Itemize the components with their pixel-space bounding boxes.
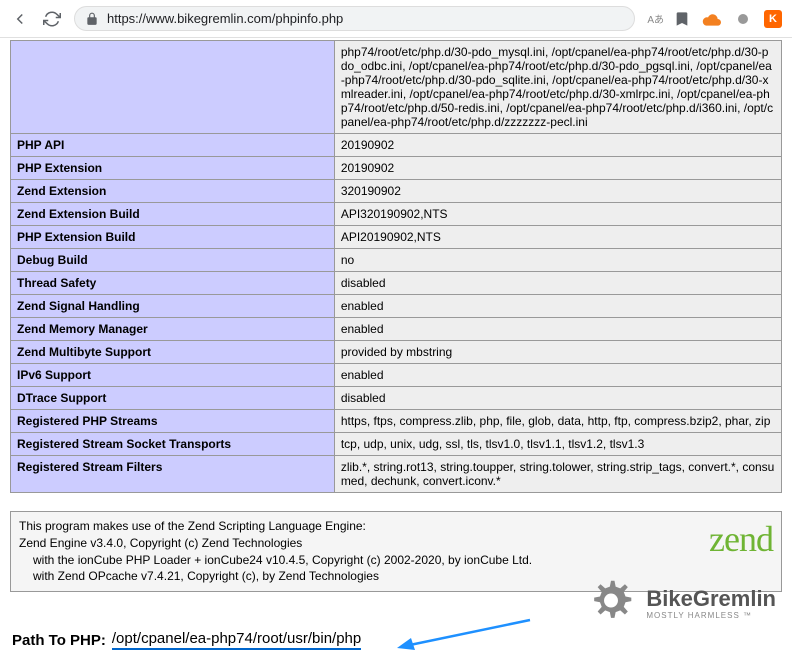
path-label: Path To PHP: [12, 632, 106, 649]
row-value: php74/root/etc/php.d/30-pdo_mysql.ini, /… [334, 41, 781, 134]
toolbar-right: Aあ K [647, 8, 782, 30]
table-row: Debug Buildno [11, 249, 782, 272]
table-row: Registered Stream Filterszlib.*, string.… [11, 456, 782, 493]
row-label: Registered Stream Socket Transports [11, 433, 335, 456]
row-label: Zend Extension Build [11, 203, 335, 226]
row-value: enabled [334, 318, 781, 341]
table-row: Thread Safetydisabled [11, 272, 782, 295]
brand-sub: MOSTLY HARMLESS ™ [646, 612, 776, 620]
zend-line: Zend Engine v3.4.0, Copyright (c) Zend T… [19, 535, 532, 552]
row-label: Zend Extension [11, 180, 335, 203]
bookmark-icon[interactable] [674, 11, 690, 27]
phpinfo-table: php74/root/etc/php.d/30-pdo_mysql.ini, /… [10, 40, 782, 493]
table-row: PHP Extension BuildAPI20190902,NTS [11, 226, 782, 249]
row-value: 20190902 [334, 157, 781, 180]
row-label: Registered PHP Streams [11, 410, 335, 433]
url-text: https://www.bikegremlin.com/phpinfo.php [107, 11, 624, 26]
table-row: Zend Extension BuildAPI320190902,NTS [11, 203, 782, 226]
address-bar[interactable]: https://www.bikegremlin.com/phpinfo.php [74, 6, 635, 31]
zend-line: with the ionCube PHP Loader + ionCube24 … [19, 552, 532, 569]
row-value: zlib.*, string.rot13, string.toupper, st… [334, 456, 781, 493]
row-label: PHP API [11, 134, 335, 157]
page-content: php74/root/etc/php.d/30-pdo_mysql.ini, /… [0, 40, 792, 650]
row-value: 320190902 [334, 180, 781, 203]
path-section: Path To PHP: /opt/cpanel/ea-php74/root/u… [10, 630, 782, 650]
row-label: PHP Extension [11, 157, 335, 180]
row-label: IPv6 Support [11, 364, 335, 387]
lock-icon [85, 12, 99, 26]
back-button[interactable] [10, 9, 30, 29]
row-value: https, ftps, compress.zlib, php, file, g… [334, 410, 781, 433]
bikegremlin-logo: BikeGremlin MOSTLY HARMLESS ™ [582, 575, 776, 633]
row-value: enabled [334, 364, 781, 387]
row-label: Debug Build [11, 249, 335, 272]
row-label: Zend Multibyte Support [11, 341, 335, 364]
row-value: no [334, 249, 781, 272]
table-row: IPv6 Supportenabled [11, 364, 782, 387]
brand-text: BikeGremlin MOSTLY HARMLESS ™ [646, 588, 776, 620]
table-row: PHP Extension20190902 [11, 157, 782, 180]
table-row: Zend Memory Managerenabled [11, 318, 782, 341]
row-label: DTrace Support [11, 387, 335, 410]
table-row: Zend Extension320190902 [11, 180, 782, 203]
reload-button[interactable] [42, 9, 62, 29]
brand-main: BikeGremlin [646, 588, 776, 610]
table-row: Zend Signal Handlingenabled [11, 295, 782, 318]
row-label: Thread Safety [11, 272, 335, 295]
row-value: API20190902,NTS [334, 226, 781, 249]
zend-line: with Zend OPcache v7.4.21, Copyright (c)… [19, 568, 532, 585]
row-label: Registered Stream Filters [11, 456, 335, 493]
extension-cloudflare-icon[interactable] [700, 8, 722, 30]
table-row: php74/root/etc/php.d/30-pdo_mysql.ini, /… [11, 41, 782, 134]
row-value: disabled [334, 387, 781, 410]
row-value: enabled [334, 295, 781, 318]
path-value: /opt/cpanel/ea-php74/root/usr/bin/php [112, 630, 361, 650]
translate-icon[interactable]: Aあ [647, 11, 664, 26]
zend-text: This program makes use of the Zend Scrip… [19, 518, 532, 585]
extension-k-icon[interactable]: K [764, 10, 782, 28]
row-value: disabled [334, 272, 781, 295]
table-row: PHP API20190902 [11, 134, 782, 157]
row-label: PHP Extension Build [11, 226, 335, 249]
table-row: Zend Multibyte Supportprovided by mbstri… [11, 341, 782, 364]
row-value: tcp, udp, unix, udg, ssl, tls, tlsv1.0, … [334, 433, 781, 456]
extension-grey-icon[interactable] [732, 8, 754, 30]
table-row: Registered Stream Socket Transportstcp, … [11, 433, 782, 456]
row-value: provided by mbstring [334, 341, 781, 364]
table-row: Registered PHP Streamshttps, ftps, compr… [11, 410, 782, 433]
table-row: DTrace Supportdisabled [11, 387, 782, 410]
row-label: Zend Memory Manager [11, 318, 335, 341]
arrow-annotation-icon [395, 612, 535, 652]
row-label: Zend Signal Handling [11, 295, 335, 318]
row-value: API320190902,NTS [334, 203, 781, 226]
zend-logo: zend [709, 518, 773, 560]
browser-toolbar: https://www.bikegremlin.com/phpinfo.php … [0, 0, 792, 38]
row-value: 20190902 [334, 134, 781, 157]
row-label [11, 41, 335, 134]
gear-icon [582, 575, 640, 633]
zend-line: This program makes use of the Zend Scrip… [19, 518, 532, 535]
